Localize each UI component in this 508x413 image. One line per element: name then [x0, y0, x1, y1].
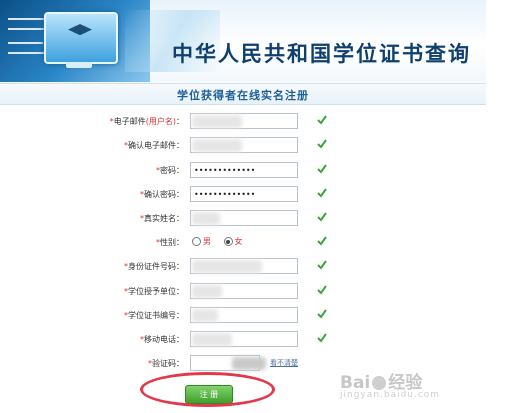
institution-label: *学位授予单位： [124, 287, 184, 296]
form-heading-bar: 学位获得者在线实名注册 [0, 83, 486, 105]
highlight-annotation [140, 372, 275, 407]
email-label: *电子邮件(用户名)： [109, 117, 184, 126]
id-number-row: *身份证件号码： [0, 258, 486, 278]
gender-female-label: 女 [234, 237, 243, 246]
real-name-row: *真实姓名： [0, 210, 486, 230]
confirm-password-label: *确认密码： [140, 190, 184, 199]
certificate-number-row: *学位证书编号： [0, 307, 486, 327]
redacted-value [192, 260, 262, 273]
id-number-label: *身份证件号码： [124, 262, 184, 271]
confirm-password-row: *确认密码： ••••••••••••• [0, 186, 486, 206]
check-icon [317, 236, 327, 246]
gender-male-label: 男 [203, 237, 211, 246]
check-icon [317, 333, 327, 343]
confirm-password-field[interactable]: ••••••••••••• [190, 186, 298, 202]
redacted-value [192, 212, 220, 225]
check-icon [317, 164, 327, 174]
check-icon [317, 188, 327, 198]
gender-label: *性别： [156, 238, 184, 247]
redacted-value [192, 139, 242, 152]
redacted-value [192, 309, 218, 322]
check-icon [317, 260, 327, 270]
watermark-logo: Bai 经验 jingyan.baidu.com [340, 373, 441, 400]
confirm-email-row: *确认电子邮件： [0, 137, 486, 157]
check-icon [317, 115, 327, 125]
gender-male-radio[interactable] [192, 237, 201, 246]
redacted-value [192, 115, 242, 128]
check-icon [317, 285, 327, 295]
page-title: 中华人民共和国学位证书查询 [172, 41, 471, 66]
email-row: *电子邮件(用户名)： [0, 113, 486, 133]
header-banner: 中华人民共和国学位证书查询 [0, 0, 486, 82]
institution-row: *学位授予单位： [0, 283, 486, 303]
check-icon [317, 309, 327, 319]
password-row: *密码： ••••••••••••• [0, 162, 486, 182]
confirm-email-label: *确认电子邮件： [124, 141, 184, 150]
captcha-image[interactable] [232, 357, 266, 370]
gender-row: *性别： 男 女 [0, 234, 486, 254]
monitor-icon [44, 12, 118, 64]
paw-icon [372, 376, 387, 390]
check-icon [317, 212, 327, 222]
certificate-number-label: *学位证书编号： [124, 311, 184, 320]
mobile-row: *移动电话： [0, 331, 486, 351]
check-icon [317, 139, 327, 149]
redacted-value [192, 333, 232, 346]
page-frame: 中华人民共和国学位证书查询 学位获得者在线实名注册 *电子邮件(用户名)： *确… [0, 0, 486, 413]
gender-female-radio[interactable] [223, 237, 233, 246]
redacted-value [192, 285, 222, 298]
captcha-label: *验证码： [148, 359, 184, 368]
gender-options: 男 女 [192, 236, 253, 247]
form-heading: 学位获得者在线实名注册 [177, 89, 309, 102]
real-name-label: *真实姓名： [140, 214, 184, 223]
password-field[interactable]: ••••••••••••• [190, 162, 298, 178]
mobile-label: *移动电话： [140, 335, 184, 344]
captcha-refresh-link[interactable]: 看不清楚 [270, 358, 298, 368]
password-label: *密码： [156, 166, 184, 175]
